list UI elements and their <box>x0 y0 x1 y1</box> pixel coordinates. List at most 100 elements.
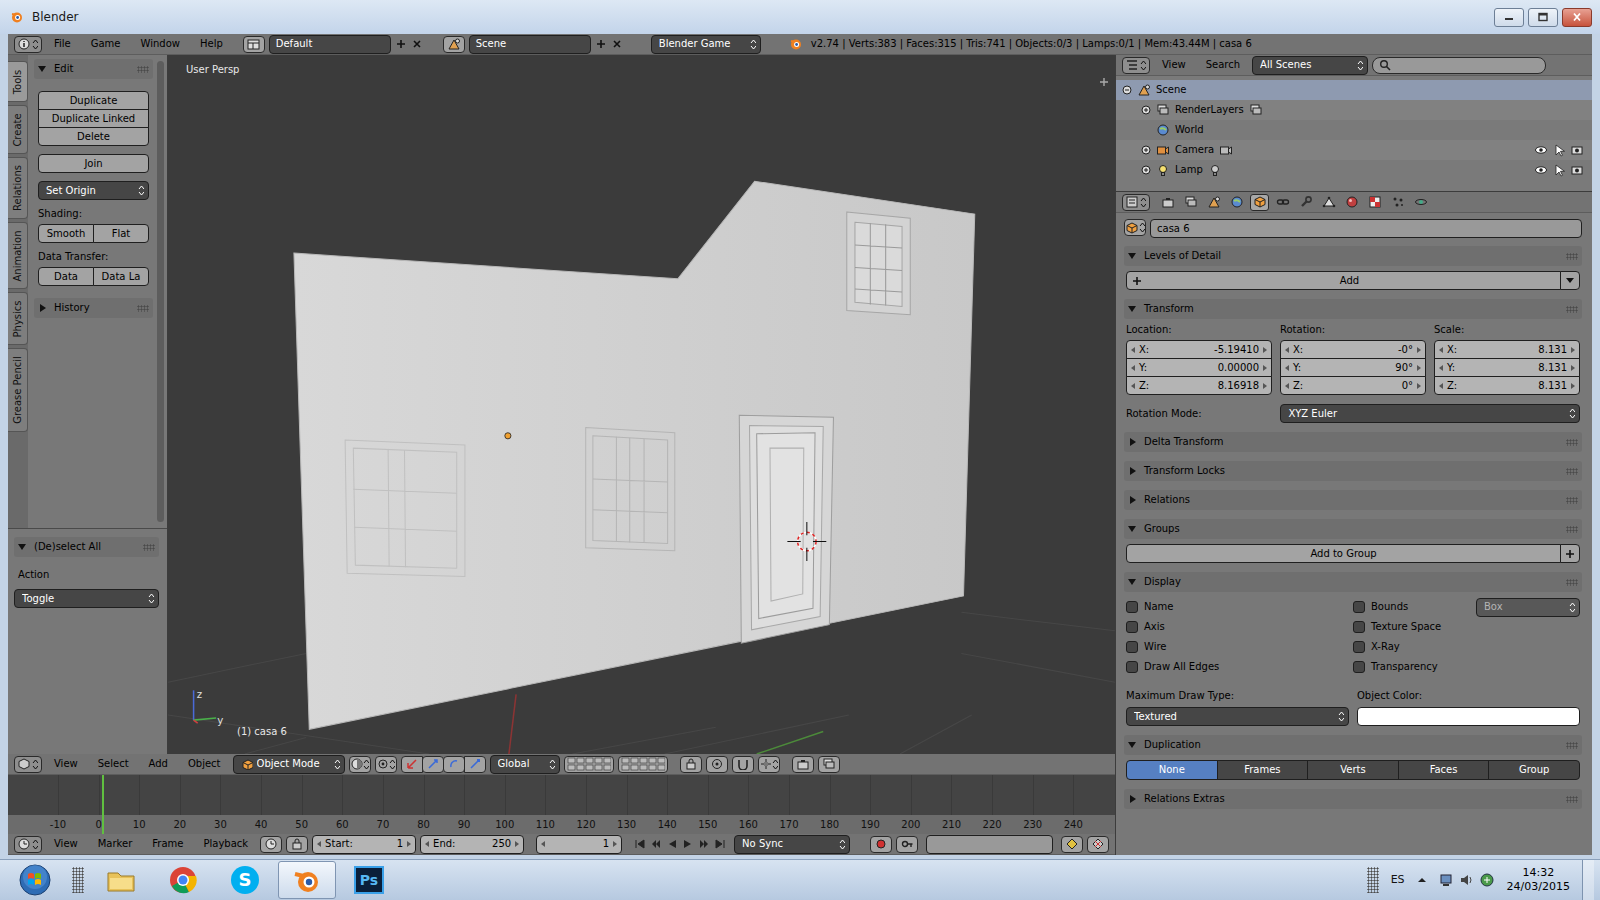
remove-icon[interactable] <box>611 38 623 50</box>
menu-item[interactable]: View <box>1154 59 1194 71</box>
display-checkbox[interactable]: Name <box>1126 597 1353 617</box>
number-field[interactable]: Z:8.16918 <box>1126 376 1272 395</box>
menu-item[interactable]: Object <box>180 758 229 770</box>
outliner-label[interactable]: Camera <box>1175 144 1214 156</box>
keying-button[interactable] <box>896 836 918 853</box>
lod-menu-button[interactable] <box>1560 271 1580 290</box>
show-hidden-icons-icon[interactable] <box>1417 875 1427 885</box>
display-checkbox[interactable]: BoundsBox <box>1353 597 1580 617</box>
properties-tab[interactable] <box>1342 194 1361 211</box>
sync-icon[interactable] <box>1479 872 1495 888</box>
menu-item[interactable]: Help <box>192 38 231 50</box>
number-field[interactable]: Z:8.131 <box>1434 376 1580 395</box>
remove-icon[interactable] <box>411 38 423 50</box>
panel-header[interactable]: Edit <box>34 59 153 79</box>
display-checkbox[interactable]: Draw All Edges <box>1126 657 1353 677</box>
tool-button[interactable]: Delete <box>38 127 149 146</box>
panel-header[interactable]: Relations Extras <box>1124 789 1582 809</box>
show-desktop-button[interactable] <box>1582 860 1594 900</box>
outliner-row[interactable]: Lamp <box>1116 160 1592 180</box>
manipulator-button[interactable] <box>464 756 486 773</box>
panel-header[interactable]: Delta Transform <box>1124 432 1582 452</box>
checkbox[interactable] <box>1353 641 1365 653</box>
expand-icon[interactable] <box>1130 467 1136 475</box>
shading-button[interactable]: Smooth <box>38 224 94 243</box>
maximize-button[interactable] <box>1528 8 1558 27</box>
taskbar-app[interactable] <box>92 861 150 899</box>
number-field[interactable]: X:8.131 <box>1434 340 1580 359</box>
eye-icon[interactable] <box>1534 163 1548 177</box>
start-frame-field[interactable]: Start:1 <box>312 835 416 854</box>
max-draw-type-dropdown[interactable]: Textured <box>1126 707 1349 726</box>
panel-header[interactable]: Relations <box>1124 490 1582 510</box>
display-checkbox[interactable]: Texture Space <box>1353 617 1580 637</box>
playback-icon[interactable] <box>698 838 710 850</box>
grip-icon[interactable] <box>143 544 155 551</box>
object-color-swatch[interactable] <box>1357 707 1580 726</box>
grip-icon[interactable] <box>1566 579 1578 586</box>
tool-tab[interactable]: Animation <box>8 222 28 289</box>
playback-icon[interactable] <box>714 838 726 850</box>
display-checkbox[interactable]: X-Ray <box>1353 637 1580 657</box>
display-checkbox[interactable]: Transparency <box>1353 657 1580 677</box>
panel-header[interactable]: Duplication <box>1124 735 1582 755</box>
add-icon[interactable] <box>595 38 607 50</box>
expand-icon[interactable] <box>1128 526 1136 532</box>
menu-item[interactable]: Window <box>133 38 188 50</box>
properties-tab[interactable] <box>1296 194 1315 211</box>
outliner-label[interactable]: RenderLayers <box>1175 104 1244 116</box>
outliner-label[interactable]: World <box>1175 124 1204 136</box>
outliner-row[interactable]: RenderLayers <box>1116 100 1592 120</box>
snap-button[interactable] <box>732 756 754 773</box>
render-engine-dropdown[interactable]: Blender Game <box>651 35 761 54</box>
taskbar-app[interactable] <box>278 861 336 899</box>
grip-icon[interactable] <box>1566 497 1578 504</box>
properties-tab[interactable] <box>1227 194 1246 211</box>
cursor-icon[interactable] <box>1552 163 1566 177</box>
checkbox[interactable] <box>1126 641 1138 653</box>
duplication-option[interactable]: Verts <box>1307 760 1399 780</box>
checkbox[interactable] <box>1126 601 1138 613</box>
number-field[interactable]: Y:90° <box>1280 358 1426 377</box>
join-button[interactable]: Join <box>38 154 149 173</box>
render-camera-icon[interactable] <box>1570 163 1584 177</box>
tool-tab[interactable]: Relations <box>8 157 28 219</box>
expand-toggle-icon[interactable] <box>1141 145 1151 155</box>
layout-field[interactable]: Default <box>269 35 391 54</box>
layer-buttons[interactable] <box>564 756 614 773</box>
editor-type-button[interactable] <box>14 36 42 53</box>
menu-item[interactable]: Select <box>90 758 137 770</box>
taskbar-app[interactable]: Ps <box>340 861 398 899</box>
outliner-row[interactable]: Camera <box>1116 140 1592 160</box>
display-checkbox[interactable]: Axis <box>1126 617 1353 637</box>
playback-icon[interactable] <box>634 838 646 850</box>
search-field[interactable] <box>1372 57 1546 74</box>
menu-item[interactable]: Add <box>141 758 176 770</box>
tool-button[interactable]: Duplicate <box>38 91 149 110</box>
panel-header[interactable]: Transform Locks <box>1124 461 1582 481</box>
render-camera-icon[interactable] <box>1570 143 1584 157</box>
grip-icon[interactable] <box>1566 306 1578 313</box>
rotation-mode-dropdown[interactable]: XYZ Euler <box>1280 404 1580 423</box>
keying-set-field[interactable] <box>926 835 1053 854</box>
properties-tab[interactable] <box>1273 194 1292 211</box>
number-field[interactable]: Y:8.131 <box>1434 358 1580 377</box>
add-to-group-button[interactable]: Add to Group <box>1126 544 1561 563</box>
taskbar-app[interactable] <box>154 861 212 899</box>
properties-tab[interactable] <box>1181 194 1200 211</box>
properties-tab[interactable] <box>1250 194 1269 211</box>
add-group-plus-button[interactable] <box>1560 544 1580 563</box>
eye-icon[interactable] <box>1534 143 1548 157</box>
add-icon[interactable] <box>395 38 407 50</box>
display-mode-dropdown[interactable]: All Scenes <box>1252 56 1368 75</box>
outliner-label[interactable]: Scene <box>1156 84 1187 96</box>
expand-toggle-icon[interactable] <box>1141 105 1151 115</box>
menu-item[interactable]: Search <box>1198 59 1248 71</box>
lock-range-button[interactable] <box>286 836 308 853</box>
panel-header[interactable]: Display <box>1124 572 1582 592</box>
checkbox[interactable] <box>1126 661 1138 673</box>
menu-item[interactable]: File <box>46 38 79 50</box>
menu-item[interactable]: View <box>46 838 86 850</box>
duplication-option[interactable]: Frames <box>1217 760 1309 780</box>
playback-icon[interactable] <box>682 838 694 850</box>
